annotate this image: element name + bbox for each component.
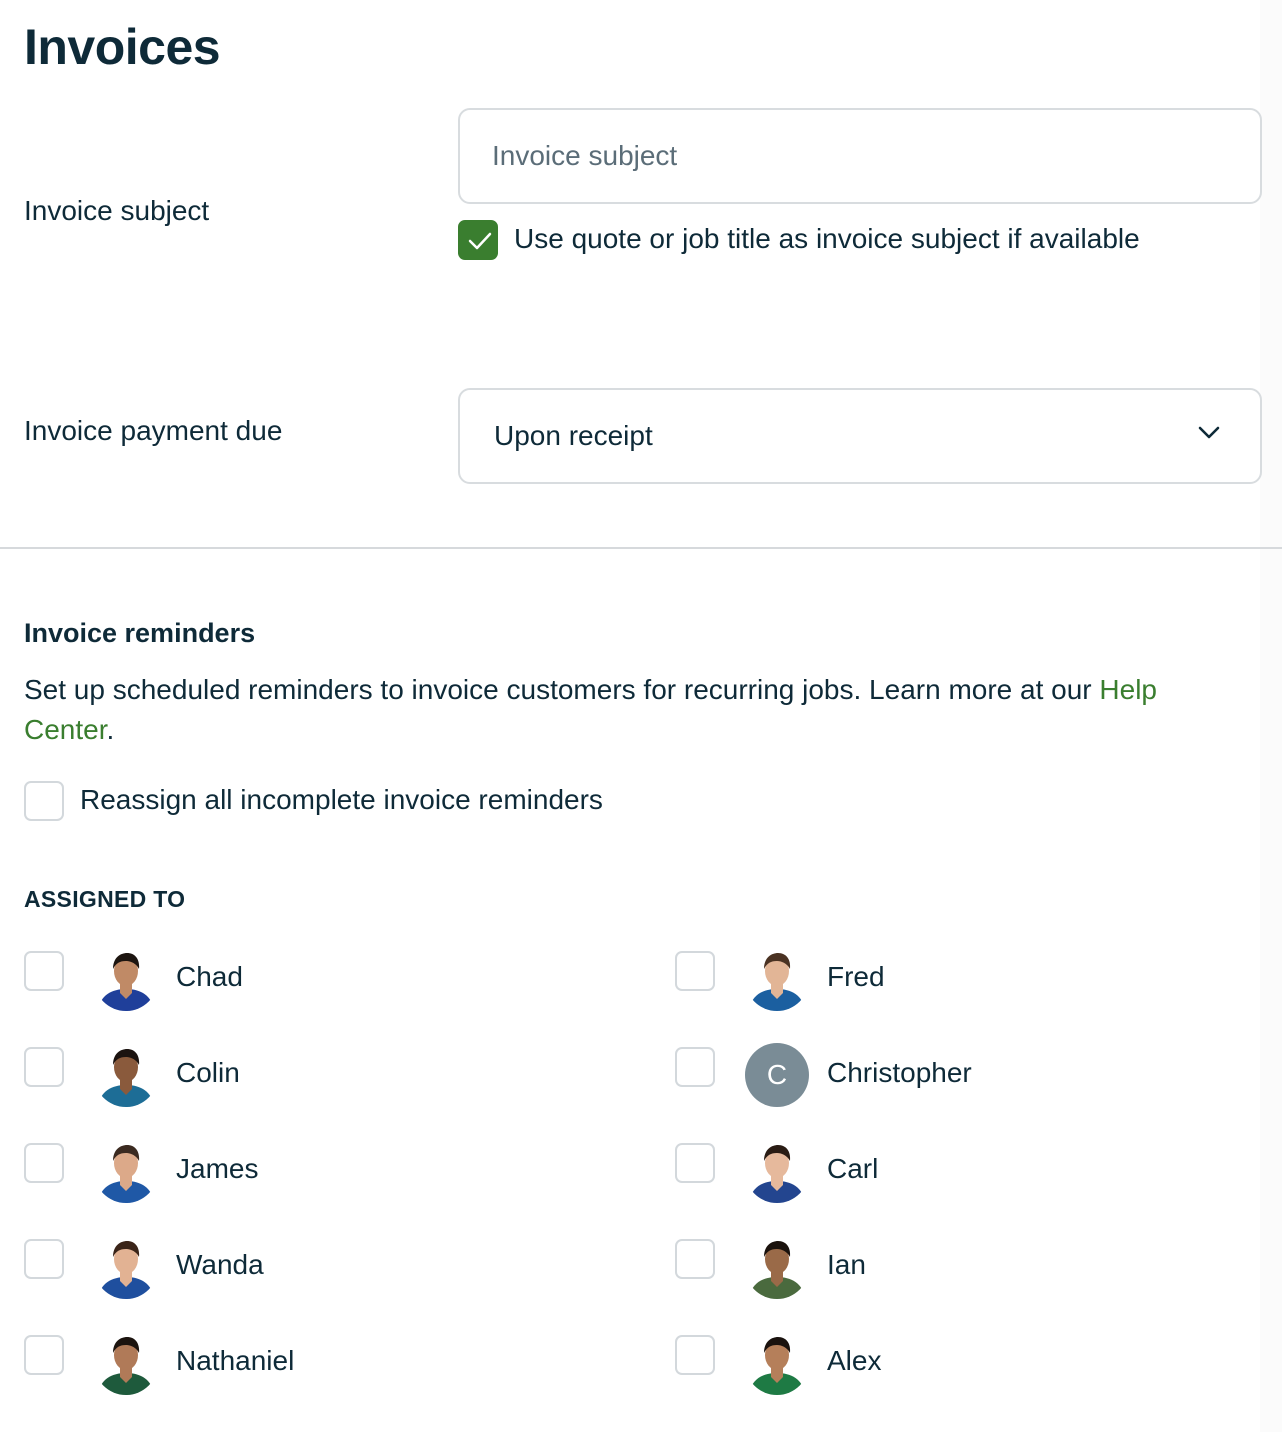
assignee-row: Carl [675,1139,1235,1203]
assignee-checkbox[interactable] [24,1143,64,1183]
payment-due-label: Invoice payment due [24,415,283,446]
avatar [94,947,158,1011]
assignee-checkbox[interactable] [24,951,64,991]
assignee-row: Nathaniel [24,1331,584,1395]
section-divider [0,547,1282,549]
assignee-checkbox[interactable] [24,1335,64,1375]
assignee-row: Alex [675,1331,1235,1395]
assignee-checkbox[interactable] [675,951,715,991]
assignee-name[interactable]: Christopher [827,1057,972,1089]
assignee-row: Ian [675,1235,1235,1299]
avatar [745,1139,809,1203]
payment-due-selected-value: Upon receipt [494,420,653,451]
assignee-row: Colin [24,1043,584,1107]
person-photo-icon [94,1043,158,1107]
assignee-name[interactable]: Fred [827,961,885,993]
person-photo-icon [745,1331,809,1395]
person-photo-icon [745,1139,809,1203]
person-photo-icon [745,947,809,1011]
avatar [745,1235,809,1299]
person-photo-icon [745,1235,809,1299]
assignee-name[interactable]: Chad [176,961,243,993]
reassign-checkbox-label[interactable]: Reassign all incomplete invoice reminder… [80,784,603,816]
reminders-title: Invoice reminders [24,618,256,648]
assignee-checkbox[interactable] [24,1047,64,1087]
avatar [94,1235,158,1299]
person-photo-icon [94,1331,158,1395]
assignee-name[interactable]: Alex [827,1345,881,1377]
person-photo-icon [94,1235,158,1299]
use-title-checkbox[interactable] [458,220,498,260]
person-photo-icon [94,1139,158,1203]
assignee-name[interactable]: Nathaniel [176,1345,294,1377]
use-title-checkbox-label[interactable]: Use quote or job title as invoice subjec… [514,223,1140,255]
assignee-name[interactable]: James [176,1153,258,1185]
reassign-checkbox[interactable] [24,781,64,821]
payment-due-select[interactable]: Upon receipt [458,388,1262,484]
assignee-row: Fred [675,947,1235,1011]
assignee-name[interactable]: Colin [176,1057,240,1089]
assignee-row: C Christopher [675,1043,1235,1107]
avatar [745,1331,809,1395]
reminders-description: Set up scheduled reminders to invoice cu… [24,670,1254,750]
avatar [94,1043,158,1107]
checkmark-icon [468,232,492,250]
assignee-row: James [24,1139,584,1203]
assignee-checkbox[interactable] [675,1335,715,1375]
assignee-name[interactable]: Carl [827,1153,878,1185]
invoice-subject-input[interactable] [458,108,1262,204]
person-photo-icon [94,947,158,1011]
assignee-checkbox[interactable] [675,1239,715,1279]
avatar [745,947,809,1011]
avatar [94,1139,158,1203]
assignee-name[interactable]: Ian [827,1249,866,1281]
assignee-checkbox[interactable] [675,1143,715,1183]
invoice-subject-label: Invoice subject [24,195,210,226]
avatar [94,1331,158,1395]
assignee-checkbox[interactable] [675,1047,715,1087]
assignee-row: Wanda [24,1235,584,1299]
reminders-description-end: . [106,714,115,745]
assignee-row: Chad [24,947,584,1011]
assigned-to-heading: ASSIGNED TO [24,886,186,912]
reminders-description-text: Set up scheduled reminders to invoice cu… [24,674,1100,705]
avatar: C [745,1043,809,1107]
chevron-down-icon [1198,426,1220,439]
page-title: Invoices [24,19,221,75]
assignee-checkbox[interactable] [24,1239,64,1279]
assignee-name[interactable]: Wanda [176,1249,264,1281]
right-edge-strip [1260,0,1282,1432]
